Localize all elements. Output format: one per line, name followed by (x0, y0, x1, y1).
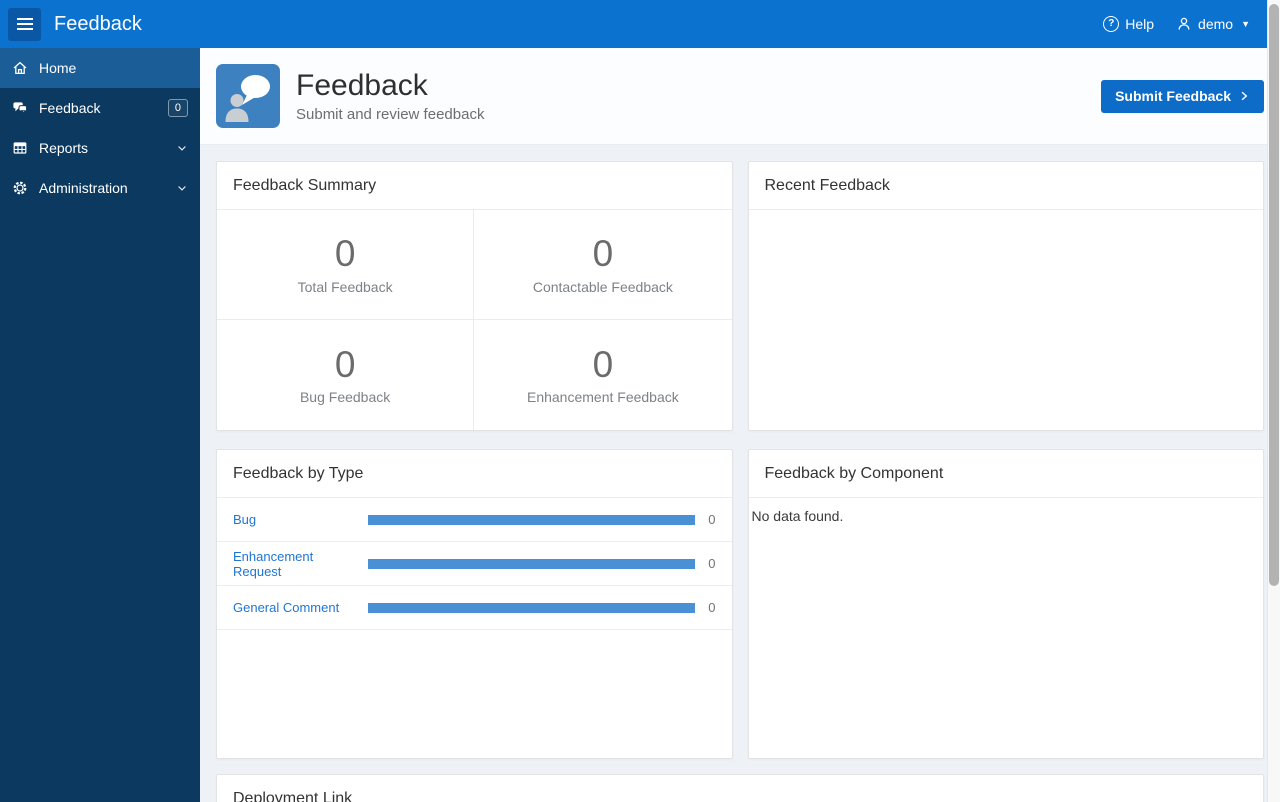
table-icon (13, 142, 27, 154)
main-content: Feedback Submit and review feedback Subm… (200, 48, 1280, 802)
stat-label: Enhancement Feedback (526, 389, 679, 406)
dashboard-grid: Feedback Summary 0 Total Feedback 0 Cont… (216, 161, 1264, 759)
topbar: Feedback ? Help demo ▼ (0, 0, 1280, 48)
type-row-general-comment: General Comment 0 (217, 586, 732, 630)
help-icon: ? (1103, 16, 1120, 32)
recent-feedback-card: Recent Feedback (747, 161, 1264, 431)
type-value: 0 (708, 556, 716, 571)
topbar-actions: ? Help demo ▼ (1103, 16, 1250, 32)
scrollbar-thumb[interactable] (1269, 4, 1279, 586)
help-link[interactable]: ? Help (1103, 16, 1154, 32)
type-link[interactable]: Bug (233, 512, 361, 527)
feedback-by-component-card: Feedback by Component No data found. (747, 449, 1264, 759)
page-titles: Feedback Submit and review feedback (296, 69, 484, 124)
stat-contactable-feedback: 0 Contactable Feedback (474, 210, 732, 320)
page-header: Feedback Submit and review feedback Subm… (200, 48, 1280, 145)
gear-icon (13, 181, 27, 195)
stat-value: 0 (334, 233, 356, 275)
submit-feedback-button[interactable]: Submit Feedback (1101, 79, 1264, 113)
stat-label: Contactable Feedback (532, 278, 673, 295)
type-bar (368, 558, 695, 569)
type-bar (368, 514, 695, 525)
chevron-down-icon (178, 186, 186, 191)
stat-value: 0 (592, 233, 614, 275)
page-subtitle: Submit and review feedback (296, 106, 485, 124)
deployment-link-card: Deployment Link (216, 774, 1264, 802)
person-icon (1178, 17, 1190, 30)
app-title: Feedback (54, 12, 142, 35)
vertical-scrollbar[interactable] (1267, 0, 1280, 802)
stat-label: Bug Feedback (299, 389, 391, 406)
stat-bug-feedback: 0 Bug Feedback (217, 320, 475, 430)
sidebar-item-administration[interactable]: Administration (0, 168, 200, 208)
sidebar-item-reports[interactable]: Reports (0, 128, 200, 168)
sidebar-item-label: Feedback (39, 100, 101, 116)
type-value: 0 (708, 600, 716, 615)
type-bar (368, 602, 695, 613)
card-title: Deployment Link (233, 790, 353, 802)
card-title: Feedback by Type (217, 450, 732, 498)
sidebar-item-feedback[interactable]: Feedback 0 (0, 88, 200, 128)
type-bar-chart: Bug 0 Enhancement Request 0 General Comm… (217, 498, 732, 630)
type-row-enhancement-request: Enhancement Request 0 (217, 542, 732, 586)
user-menu[interactable]: demo ▼ (1176, 16, 1250, 32)
stat-value: 0 (592, 343, 614, 385)
feedback-summary-card: Feedback Summary 0 Total Feedback 0 Cont… (216, 161, 733, 431)
sidebar-nav: Home Feedback 0 Reports Administration (0, 48, 200, 802)
chat-bubbles-icon (13, 102, 28, 115)
card-title: Feedback by Component (748, 450, 1263, 498)
chevron-right-icon (1241, 91, 1248, 101)
type-link[interactable]: General Comment (233, 600, 361, 615)
sidebar-item-home[interactable]: Home (0, 48, 200, 88)
help-label: Help (1125, 16, 1155, 32)
no-data-message: No data found. (751, 508, 844, 524)
card-title: Feedback Summary (217, 162, 732, 210)
sidebar-item-label: Home (39, 60, 77, 76)
stat-value: 0 (334, 343, 356, 385)
summary-stats: 0 Total Feedback 0 Contactable Feedback … (217, 210, 732, 430)
type-link[interactable]: Enhancement Request (233, 549, 361, 579)
stat-enhancement-feedback: 0 Enhancement Feedback (474, 320, 731, 430)
sidebar-item-label: Reports (39, 140, 89, 156)
sidebar-item-label: Administration (39, 180, 128, 196)
card-title: Recent Feedback (748, 162, 1263, 210)
hamburger-icon (16, 18, 33, 20)
type-value: 0 (708, 512, 716, 527)
chevron-down-icon: ▼ (1241, 19, 1250, 29)
feedback-count-badge: 0 (167, 99, 188, 117)
stat-label: Total Feedback (297, 278, 393, 295)
dashboard-content: Feedback Summary 0 Total Feedback 0 Cont… (200, 145, 1280, 802)
user-label: demo (1198, 16, 1234, 32)
stat-total-feedback: 0 Total Feedback (217, 210, 475, 320)
type-row-bug: Bug 0 (217, 498, 732, 542)
submit-feedback-label: Submit Feedback (1115, 88, 1231, 104)
hamburger-menu-button[interactable] (8, 7, 41, 41)
chevron-down-icon (178, 146, 186, 151)
home-icon (13, 61, 27, 75)
feedback-app-icon (216, 64, 280, 128)
page-title: Feedback (296, 68, 428, 102)
feedback-by-type-card: Feedback by Type Bug 0 Enhancement Reque… (216, 449, 733, 759)
